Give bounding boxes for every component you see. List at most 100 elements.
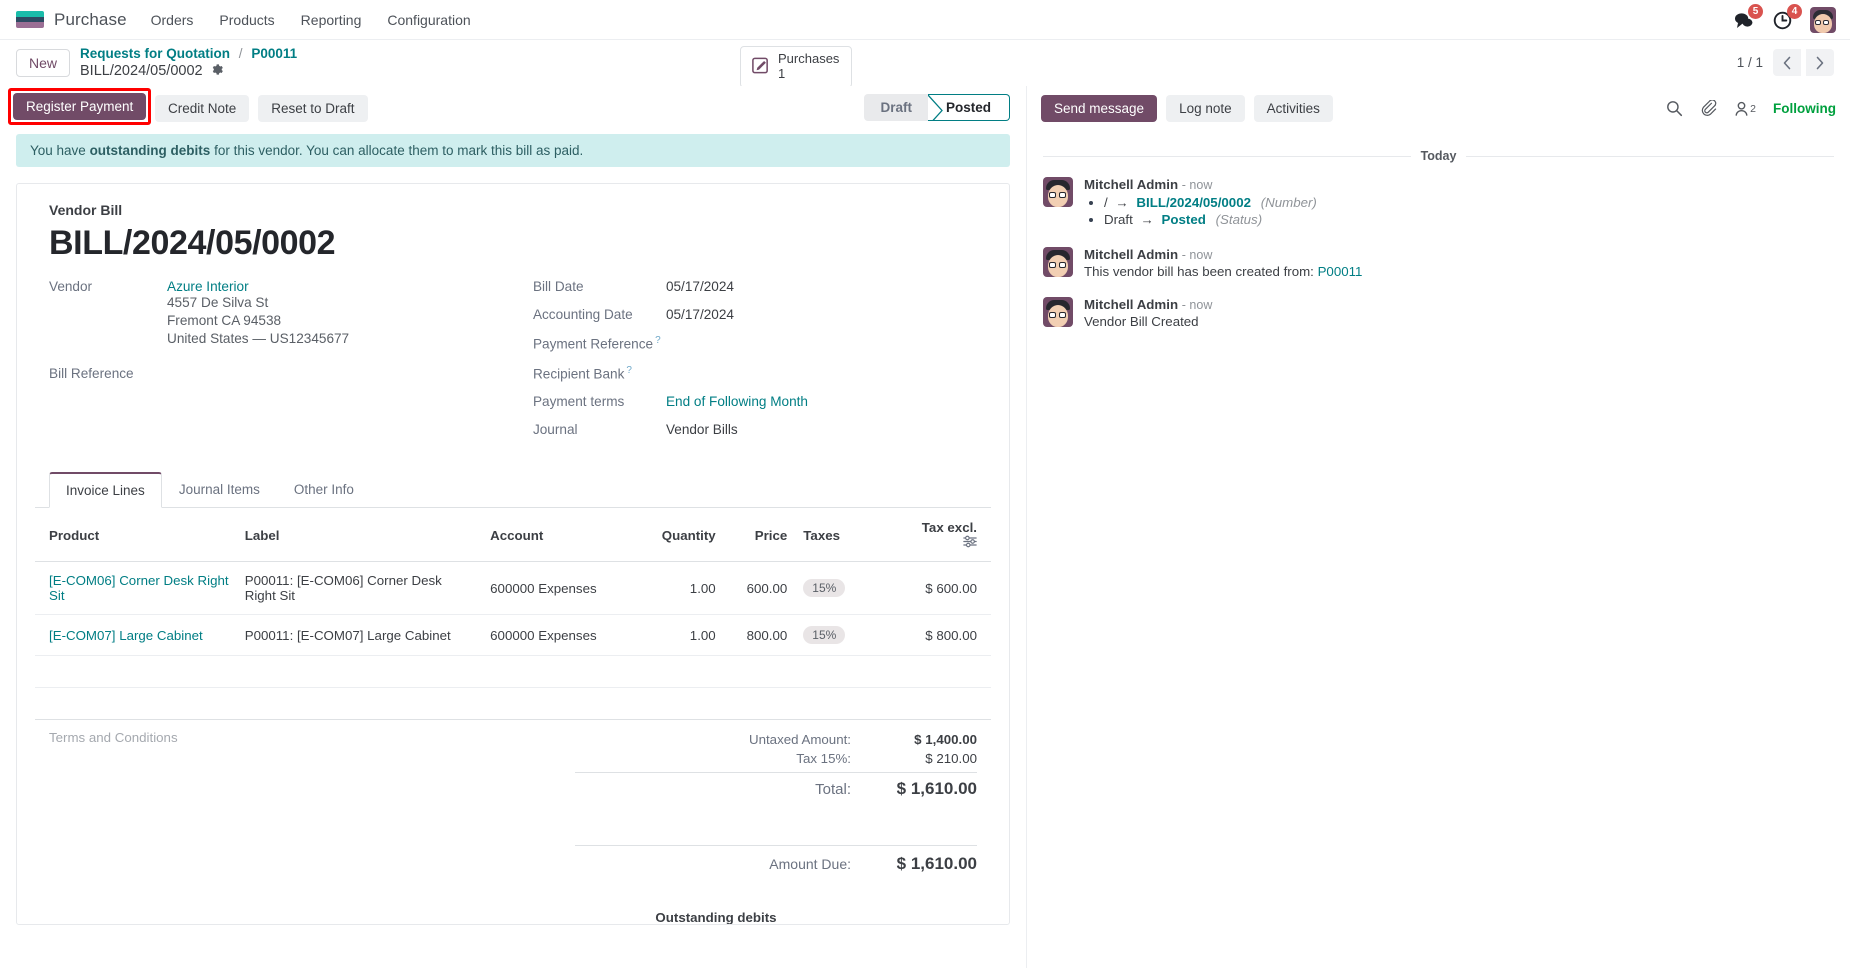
table-row[interactable]: [E-COM07] Large Cabinet P00011: [E-COM07…	[35, 614, 991, 657]
message-author[interactable]: Mitchell Admin	[1084, 247, 1178, 262]
tracking-field-name: (Status)	[1215, 212, 1263, 227]
amount-due-row: Amount Due: $ 1,610.00	[575, 845, 977, 876]
followers-button[interactable]: 2	[1734, 101, 1756, 117]
user-avatar[interactable]	[1810, 7, 1836, 33]
tracking-item: / → BILL/2024/05/0002 (Number)	[1104, 195, 1834, 210]
chatter: Send message Log note Activities 2 Follo…	[1026, 86, 1850, 968]
app-name[interactable]: Purchase	[54, 10, 127, 30]
following-status-button[interactable]: Following	[1773, 101, 1836, 116]
line-label[interactable]: P00011: [E-COM07] Large Cabinet	[236, 614, 483, 657]
form-left-column: Vendor Azure Interior 4557 De Silva St F…	[35, 279, 533, 450]
gear-icon[interactable]	[210, 63, 223, 80]
message-body-link[interactable]: P00011	[1318, 264, 1363, 279]
navbar-systray: 5 4	[1732, 0, 1836, 40]
tracking-old-value: /	[1104, 195, 1108, 210]
notebook: Invoice Lines Journal Items Other Info P…	[35, 472, 991, 721]
bill-reference-field: Bill Reference	[49, 366, 533, 381]
line-quantity[interactable]: 1.00	[632, 561, 724, 616]
line-product-link[interactable]: [E-COM07] Large Cabinet	[49, 628, 203, 643]
status-posted[interactable]: Posted	[927, 94, 1010, 121]
help-icon[interactable]: ?	[655, 335, 661, 346]
journal-value[interactable]: Vendor Bills	[666, 422, 738, 437]
smart-button-value: 1	[778, 65, 786, 81]
table-empty-row	[35, 655, 991, 689]
payment-terms-value[interactable]: End of Following Month	[666, 394, 808, 409]
day-separator-label: Today	[1420, 149, 1457, 163]
line-label[interactable]: P00011: [E-COM06] Corner Desk Right Sit	[236, 561, 483, 616]
bill-reference-label: Bill Reference	[49, 365, 134, 381]
register-payment-button[interactable]: Register Payment	[13, 93, 147, 120]
reset-to-draft-button[interactable]: Reset to Draft	[258, 95, 368, 122]
credit-note-button[interactable]: Credit Note	[155, 95, 250, 122]
nav-menu-configuration[interactable]: Configuration	[385, 7, 472, 33]
avatar	[1043, 297, 1073, 327]
payment-terms-label: Payment terms	[532, 394, 625, 410]
bill-date-value[interactable]: 05/17/2024	[666, 279, 734, 294]
send-message-button[interactable]: Send message	[1041, 95, 1158, 122]
line-product-link[interactable]: [E-COM06] Corner Desk Right Sit	[49, 573, 229, 603]
paperclip-icon[interactable]	[1700, 100, 1717, 117]
terms-and-conditions-input[interactable]: Terms and Conditions	[35, 730, 575, 924]
pager-previous-button[interactable]	[1773, 49, 1801, 76]
breadcrumb-parent-link[interactable]: Requests for Quotation	[80, 46, 230, 61]
status-draft[interactable]: Draft	[864, 94, 928, 121]
accounting-date-value[interactable]: 05/17/2024	[666, 307, 734, 322]
vendor-name-link[interactable]: Azure Interior	[167, 279, 349, 294]
status-arrow-icon	[927, 95, 943, 120]
payment-terms-field: Payment terms End of Following Month	[533, 394, 991, 409]
optional-columns-icon[interactable]	[963, 535, 977, 551]
message-author[interactable]: Mitchell Admin	[1084, 177, 1178, 192]
tracking-item: Draft → Posted (Status)	[1104, 212, 1834, 227]
line-account[interactable]: 600000 Expenses	[482, 614, 633, 657]
edit-document-icon	[751, 56, 770, 78]
help-icon[interactable]: ?	[626, 365, 632, 376]
line-quantity[interactable]: 1.00	[632, 614, 724, 657]
chatter-message: Mitchell Admin - now Vendor Bill Created	[1043, 297, 1834, 329]
tab-invoice-lines[interactable]: Invoice Lines	[49, 472, 162, 509]
nav-menu-products[interactable]: Products	[217, 7, 276, 33]
line-price[interactable]: 800.00	[723, 614, 796, 657]
column-header-product: Product	[35, 508, 237, 563]
alert-text-prefix: You have	[30, 143, 90, 158]
log-note-button[interactable]: Log note	[1166, 95, 1245, 122]
new-record-button[interactable]: New	[16, 49, 71, 77]
journal-label: Journal	[532, 422, 578, 438]
line-account[interactable]: 600000 Expenses	[482, 561, 633, 616]
pager-next-button[interactable]	[1806, 49, 1834, 76]
table-row[interactable]: [E-COM06] Corner Desk Right Sit P00011: …	[35, 561, 991, 616]
form-right-column: Bill Date 05/17/2024 Accounting Date 05/…	[533, 279, 991, 450]
tab-other-info[interactable]: Other Info	[277, 472, 371, 508]
chatter-message: Mitchell Admin - now This vendor bill ha…	[1043, 247, 1834, 279]
tax-label[interactable]: Tax 15%:	[665, 751, 865, 766]
bill-date-label: Bill Date	[532, 279, 584, 294]
message-author[interactable]: Mitchell Admin	[1084, 297, 1178, 312]
nav-menu-reporting[interactable]: Reporting	[299, 7, 364, 33]
line-tax-badge: 15%	[803, 626, 846, 645]
amount-due-label: Amount Due:	[769, 856, 851, 873]
column-header-label: Label	[236, 508, 483, 563]
activities-button[interactable]: Activities	[1253, 95, 1333, 122]
outstanding-debits-alert: You have outstanding debits for this ven…	[16, 134, 1010, 167]
notebook-tabs: Invoice Lines Journal Items Other Info	[35, 472, 991, 509]
messages-button[interactable]: 5	[1732, 4, 1763, 31]
activities-button[interactable]: 4	[1771, 4, 1802, 31]
amount-due-value: $ 1,610.00	[896, 854, 977, 874]
workspace: Register Payment Credit Note Reset to Dr…	[0, 86, 1850, 968]
purchases-smart-button[interactable]: Purchases 1	[740, 46, 853, 88]
tracking-new-value: Posted	[1161, 212, 1206, 227]
column-header-account: Account	[482, 508, 633, 563]
tab-journal-items[interactable]: Journal Items	[162, 472, 277, 508]
alert-text-bold[interactable]: outstanding debits	[90, 143, 211, 158]
bill-date-field: Bill Date 05/17/2024	[533, 279, 991, 294]
day-separator: Today	[1043, 149, 1835, 163]
column-header-taxes: Taxes	[795, 508, 914, 563]
search-icon[interactable]	[1666, 100, 1683, 117]
line-price[interactable]: 600.00	[723, 561, 796, 616]
recipient-bank-label: Recipient Bank?	[533, 365, 666, 382]
vendor-label: Vendor	[49, 279, 93, 294]
vendor-address-line-2: Fremont CA 94538	[167, 312, 282, 328]
accounting-date-field: Accounting Date 05/17/2024	[533, 307, 991, 322]
message-body-text: This vendor bill has been created from:	[1084, 264, 1318, 279]
breadcrumb-child-link[interactable]: P00011	[251, 46, 297, 61]
nav-menu-orders[interactable]: Orders	[149, 7, 196, 33]
